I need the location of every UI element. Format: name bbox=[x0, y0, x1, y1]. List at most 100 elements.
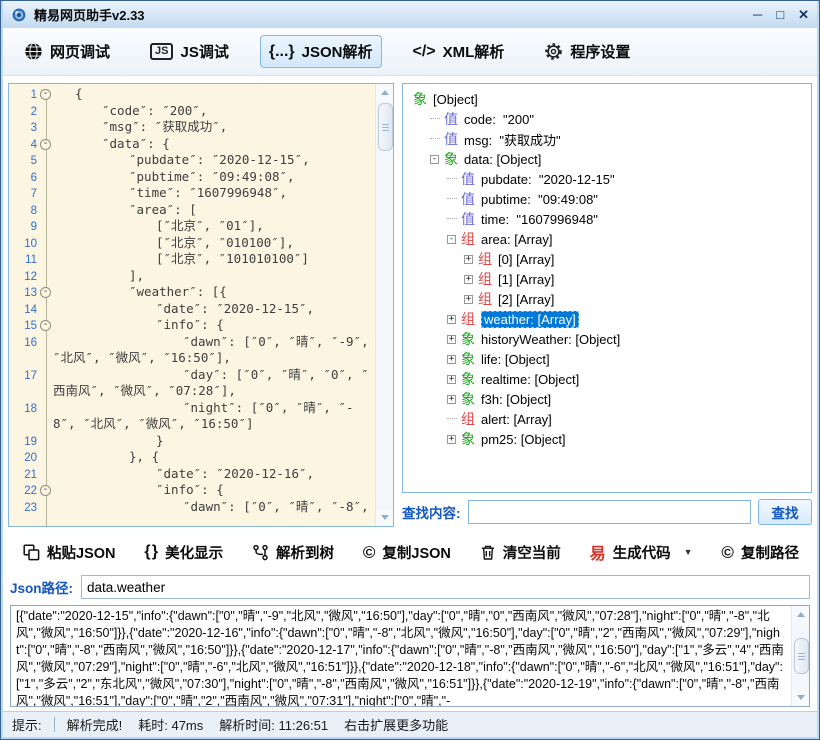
editor-line-text: [″北京″, ″101010100″] bbox=[53, 251, 372, 268]
fold-collapse-icon[interactable]: - bbox=[40, 287, 51, 298]
tree-node-pubdate[interactable]: 值pubdate: "2020-12-15" bbox=[410, 169, 811, 189]
tree-node-historyWeather[interactable]: + 象 historyWeather: [Object] bbox=[410, 329, 811, 349]
beautify-button[interactable]: { }美化显示 bbox=[142, 539, 225, 566]
tree-node-data[interactable]: -象 data: [Object] bbox=[410, 149, 811, 169]
editor-line-text: ″info″: { bbox=[53, 317, 372, 334]
clear-current-button[interactable]: 清空当前 bbox=[478, 539, 563, 566]
dropdown-caret-icon[interactable]: ▼ bbox=[684, 547, 693, 557]
tree-node-label[interactable]: life: [Object] bbox=[481, 352, 550, 367]
tree-node-label[interactable]: pubdate: "2020-12-15" bbox=[481, 172, 615, 187]
editor-scroll-down-button[interactable] bbox=[376, 509, 393, 526]
editor-scroll-up-button[interactable] bbox=[376, 84, 393, 101]
trash-icon bbox=[480, 544, 496, 561]
tree-node-label[interactable]: [2] [Array] bbox=[498, 292, 554, 307]
editor-scroll-thumb[interactable] bbox=[378, 103, 393, 151]
close-button[interactable]: ✕ bbox=[798, 8, 809, 21]
expand-box-icon[interactable]: + bbox=[464, 255, 473, 264]
tree-node-area-0[interactable]: +组[0] [Array] bbox=[410, 249, 811, 269]
title-bar[interactable]: 精易网页助手v2.33 ─ □ ✕ bbox=[3, 1, 817, 28]
editor-line-text: [″北京″, ″010100″], bbox=[53, 235, 372, 252]
tree-node-label[interactable]: code: "200" bbox=[464, 112, 534, 127]
editor-scrollbar[interactable] bbox=[375, 84, 393, 526]
line-number: 17 bbox=[9, 368, 37, 385]
expand-box-icon[interactable]: + bbox=[447, 355, 456, 364]
result-text[interactable]: [{"date":"2020-12-15","info":{"dawn":["0… bbox=[11, 606, 791, 706]
beautify-icon: { } bbox=[144, 543, 158, 561]
tree-node-f3h[interactable]: +象f3h: [Object] bbox=[410, 389, 811, 409]
tree-node-label[interactable]: [1] [Array] bbox=[498, 272, 554, 287]
tree-connector bbox=[430, 138, 440, 140]
tree-node-label[interactable]: pm25: [Object] bbox=[481, 432, 566, 447]
expand-box-icon[interactable]: + bbox=[447, 395, 456, 404]
find-button[interactable]: 查找 bbox=[758, 499, 812, 525]
tree-node-pubtime[interactable]: 值pubtime: "09:49:08" bbox=[410, 189, 811, 209]
copy-json-button[interactable]: ©复制JSON bbox=[361, 539, 453, 566]
tree-node-label[interactable]: [Object] bbox=[433, 92, 478, 107]
tab-settings[interactable]: 程序设置 bbox=[535, 35, 639, 68]
line-number: 20 bbox=[9, 450, 37, 467]
collapse-box-icon[interactable]: - bbox=[430, 155, 439, 164]
tab-xml-parse[interactable]: </>XML解析 bbox=[404, 35, 514, 68]
tree-node-area[interactable]: -组area: [Array] bbox=[410, 229, 811, 249]
expand-box-icon[interactable]: + bbox=[447, 435, 456, 444]
tree-node-msg[interactable]: 值msg: "获取成功" bbox=[410, 129, 811, 149]
paste-json-button[interactable]: 粘贴JSON bbox=[21, 539, 118, 566]
expand-box-icon[interactable]: + bbox=[464, 275, 473, 284]
expand-box-icon[interactable]: + bbox=[464, 295, 473, 304]
result-scroll-thumb[interactable] bbox=[794, 638, 809, 674]
tree-node-code[interactable]: 值code: "200" bbox=[410, 109, 811, 129]
search-input[interactable] bbox=[468, 500, 752, 524]
editor-line: 15-″info″: { bbox=[9, 317, 375, 334]
json-editor[interactable]: 1-{2″code″: ″200″,3″msg″: ″获取成功″,4-″data… bbox=[9, 84, 375, 526]
result-scrollbar[interactable] bbox=[791, 606, 809, 706]
tab-web-debug[interactable]: 网页调试 bbox=[15, 35, 119, 68]
fold-collapse-icon[interactable]: - bbox=[40, 89, 51, 100]
tree-node-time[interactable]: 值 time: "1607996948" bbox=[410, 209, 811, 229]
node-type-glyph: 象 bbox=[413, 89, 427, 109]
node-type-glyph: 象 bbox=[444, 149, 458, 169]
tree-node-life[interactable]: +象life: [Object] bbox=[410, 349, 811, 369]
code-icon: </> bbox=[413, 43, 436, 61]
minimize-button[interactable]: ─ bbox=[753, 8, 762, 21]
line-number: 11 bbox=[9, 252, 37, 269]
expand-box-icon[interactable]: + bbox=[447, 335, 456, 344]
tree-node-label[interactable]: data: [Object] bbox=[464, 152, 541, 167]
tree-node-label[interactable]: realtime: [Object] bbox=[481, 372, 579, 387]
tab-json-parse[interactable]: {...}JSON解析 bbox=[260, 35, 382, 68]
tree-node-label[interactable]: msg: "获取成功" bbox=[464, 130, 561, 149]
expand-box-icon[interactable]: + bbox=[447, 375, 456, 384]
editor-line: 11 [″北京″, ″101010100″] bbox=[9, 251, 375, 268]
maximize-button[interactable]: □ bbox=[776, 8, 784, 21]
action-label: 复制路径 bbox=[741, 542, 799, 563]
fold-collapse-icon[interactable]: - bbox=[40, 320, 51, 331]
expand-box-icon[interactable]: + bbox=[447, 315, 456, 324]
tree-node-alert[interactable]: 组alert: [Array] bbox=[410, 409, 811, 429]
tree-node-label[interactable]: historyWeather: [Object] bbox=[481, 332, 620, 347]
tab-js-debug[interactable]: JSJS调试 bbox=[141, 35, 238, 68]
tree-node-pm25[interactable]: +象pm25: [Object] bbox=[410, 429, 811, 449]
tree-node-label[interactable]: area: [Array] bbox=[481, 232, 553, 247]
tree-node-weather[interactable]: +组weather: [Array] bbox=[410, 309, 811, 329]
tree-node-label[interactable]: [0] [Array] bbox=[498, 252, 554, 267]
tree-node-area-1[interactable]: +组[1] [Array] bbox=[410, 269, 811, 289]
tree-node-root[interactable]: 象 [Object] bbox=[410, 89, 811, 109]
fold-collapse-icon[interactable]: - bbox=[40, 485, 51, 496]
copy-path-button[interactable]: ©复制路径 bbox=[719, 539, 801, 566]
fold-collapse-icon[interactable]: - bbox=[40, 139, 51, 150]
tree-node-realtime[interactable]: +象realtime: [Object] bbox=[410, 369, 811, 389]
tree-node-label[interactable]: alert: [Array] bbox=[481, 412, 552, 427]
parse-to-tree-button[interactable]: 解析到树 bbox=[250, 539, 336, 566]
json-path-input[interactable] bbox=[81, 575, 810, 599]
tree-node-label[interactable]: time: "1607996948" bbox=[481, 212, 598, 227]
node-type-glyph: 象 bbox=[461, 329, 475, 349]
result-scroll-down-button[interactable] bbox=[792, 689, 809, 706]
result-scroll-up-button[interactable] bbox=[792, 606, 809, 623]
tree-node-label[interactable]: weather: [Array] bbox=[481, 311, 579, 328]
node-type-glyph: 值 bbox=[461, 209, 475, 229]
tree-node-label[interactable]: pubtime: "09:49:08" bbox=[481, 192, 598, 207]
generate-code-button[interactable]: 易生成代码▼ bbox=[588, 537, 695, 567]
tree-node-label[interactable]: f3h: [Object] bbox=[481, 392, 551, 407]
collapse-box-icon[interactable]: - bbox=[447, 235, 456, 244]
editor-line: 5″pubdate″: ″2020-12-15″, bbox=[9, 152, 375, 169]
tree-node-area-2[interactable]: +组[2] [Array] bbox=[410, 289, 811, 309]
